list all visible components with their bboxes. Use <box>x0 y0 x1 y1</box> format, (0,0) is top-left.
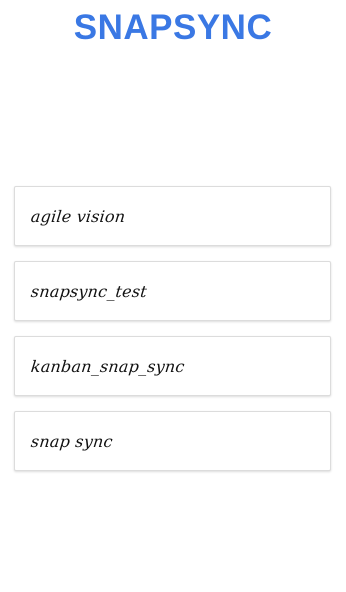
board-list: agile vision snapsync_test kanban_snap_s… <box>14 186 331 486</box>
board-item-label: snap sync <box>30 431 114 451</box>
board-item-kanban-snap-sync[interactable]: kanban_snap_sync <box>14 336 331 396</box>
board-item-agile-vision[interactable]: agile vision <box>14 186 331 246</box>
app-title: SNAPSYNC <box>73 8 273 47</box>
board-item-label: kanban_snap_sync <box>30 356 186 376</box>
board-item-snap-sync[interactable]: snap sync <box>14 411 331 471</box>
board-item-snapsync-test[interactable]: snapsync_test <box>14 261 331 321</box>
board-item-label: agile vision <box>30 206 127 226</box>
board-item-label: snapsync_test <box>30 281 148 301</box>
